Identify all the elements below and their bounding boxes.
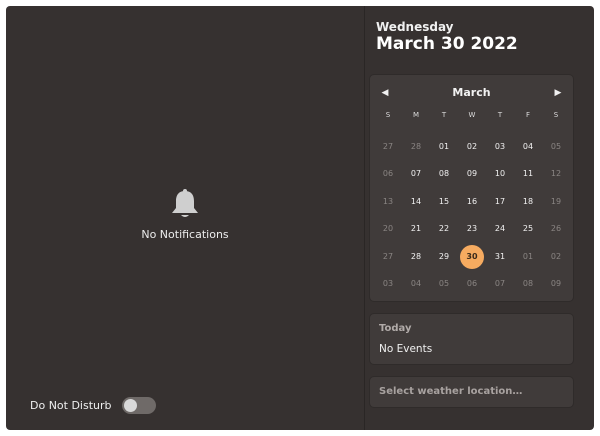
calendar-day[interactable]: 28	[402, 245, 430, 269]
calendar-day[interactable]: 05	[430, 272, 458, 296]
calendar-day[interactable]: 10	[486, 162, 514, 186]
panel-divider	[364, 6, 365, 430]
day-of-week-label: T	[441, 111, 447, 119]
calendar-week-row: 27 28 29 30 31 01 02	[374, 243, 570, 271]
day-of-week-label: S	[553, 111, 559, 119]
calendar-day[interactable]: 16	[458, 190, 486, 214]
chevron-right-icon[interactable]: ▶	[551, 86, 565, 100]
calendar-day[interactable]: 27	[374, 135, 402, 159]
calendar-week-row: 13 14 15 16 17 18 19	[374, 188, 570, 216]
events-panel[interactable]: Today No Events	[369, 313, 574, 365]
calendar-day[interactable]: 14	[402, 190, 430, 214]
bell-icon	[170, 188, 200, 220]
calendar-day[interactable]: 08	[430, 162, 458, 186]
calendar-day[interactable]: 02	[542, 245, 570, 269]
weather-location-placeholder: Select weather location…	[379, 386, 523, 397]
calendar-month-label[interactable]: March	[370, 86, 573, 99]
do-not-disturb-row: Do Not Disturb	[30, 397, 156, 414]
calendar-header: ◀ March ▶	[370, 85, 573, 101]
calendar-day[interactable]: 05	[542, 135, 570, 159]
calendar-day[interactable]: 24	[486, 217, 514, 241]
calendar-day[interactable]: 29	[430, 245, 458, 269]
calendar-day[interactable]: 07	[486, 272, 514, 296]
calendar-weeks: 27 28 01 02 03 04 05 06 07 08 09 10 11 12 13 14 15 16 17 18…	[374, 133, 570, 298]
calendar-day[interactable]: 27	[374, 245, 402, 269]
weather-location-button[interactable]: Select weather location…	[369, 376, 574, 408]
calendar-day[interactable]: 11	[514, 162, 542, 186]
calendar-day[interactable]: 22	[430, 217, 458, 241]
calendar-day[interactable]: 03	[374, 272, 402, 296]
calendar-widget: ◀ March ▶ SMTWTFS 27 28 01 02 03 04 05 06 07 08 09…	[369, 74, 574, 302]
calendar-day[interactable]: 18	[514, 190, 542, 214]
days-of-week-row: SMTWTFS	[374, 111, 570, 125]
calendar-week-row: 03 04 05 06 07 08 09	[374, 271, 570, 299]
calendar-day[interactable]: 15	[430, 190, 458, 214]
events-title: Today	[379, 323, 412, 334]
calendar-day[interactable]: 04	[402, 272, 430, 296]
calendar-week-row: 27 28 01 02 03 04 05	[374, 133, 570, 161]
calendar-grid: SMTWTFS 27 28 01 02 03 04 05 06 07 08 09 10 11 12 13 14…	[374, 111, 570, 298]
calendar-week-row: 06 07 08 09 10 11 12	[374, 161, 570, 189]
calendar-day[interactable]: 19	[542, 190, 570, 214]
no-notifications-label: No Notifications	[141, 228, 229, 241]
calendar-day[interactable]: 09	[458, 162, 486, 186]
do-not-disturb-toggle[interactable]	[121, 397, 156, 414]
full-date-label: March 30 2022	[376, 34, 518, 54]
calendar-day[interactable]: 23	[458, 217, 486, 241]
calendar-day[interactable]: 13	[374, 190, 402, 214]
calendar-day[interactable]: 12	[542, 162, 570, 186]
calendar-day[interactable]: 20	[374, 217, 402, 241]
calendar-day[interactable]: 06	[458, 272, 486, 296]
calendar-day[interactable]: 25	[514, 217, 542, 241]
calendar-day[interactable]: 21	[402, 217, 430, 241]
day-of-week-label: T	[497, 111, 503, 119]
weekday-label: Wednesday	[376, 20, 454, 34]
calendar-week-row: 20 21 22 23 24 25 26	[374, 216, 570, 244]
day-of-week-label: F	[525, 111, 531, 119]
calendar-day-today[interactable]: 30	[460, 244, 484, 269]
calendar-day[interactable]: 02	[458, 135, 486, 159]
day-of-week-label: M	[412, 111, 420, 119]
day-of-week-label: W	[468, 111, 476, 119]
day-of-week-label: S	[385, 111, 391, 119]
calendar-day[interactable]: 01	[514, 245, 542, 269]
do-not-disturb-label: Do Not Disturb	[30, 399, 112, 412]
toggle-knob	[123, 399, 137, 412]
calendar-day[interactable]: 28	[402, 135, 430, 159]
calendar-day[interactable]: 17	[486, 190, 514, 214]
calendar-day[interactable]: 03	[486, 135, 514, 159]
calendar-day[interactable]: 06	[374, 162, 402, 186]
calendar-day[interactable]: 31	[486, 245, 514, 269]
no-events-label: No Events	[379, 343, 433, 355]
calendar-day[interactable]: 07	[402, 162, 430, 186]
calendar-day[interactable]: 08	[514, 272, 542, 296]
calendar-day[interactable]: 04	[514, 135, 542, 159]
notifications-empty-state: No Notifications	[6, 188, 364, 241]
calendar-day[interactable]: 09	[542, 272, 570, 296]
calendar-day[interactable]: 01	[430, 135, 458, 159]
calendar-day[interactable]: 26	[542, 217, 570, 241]
